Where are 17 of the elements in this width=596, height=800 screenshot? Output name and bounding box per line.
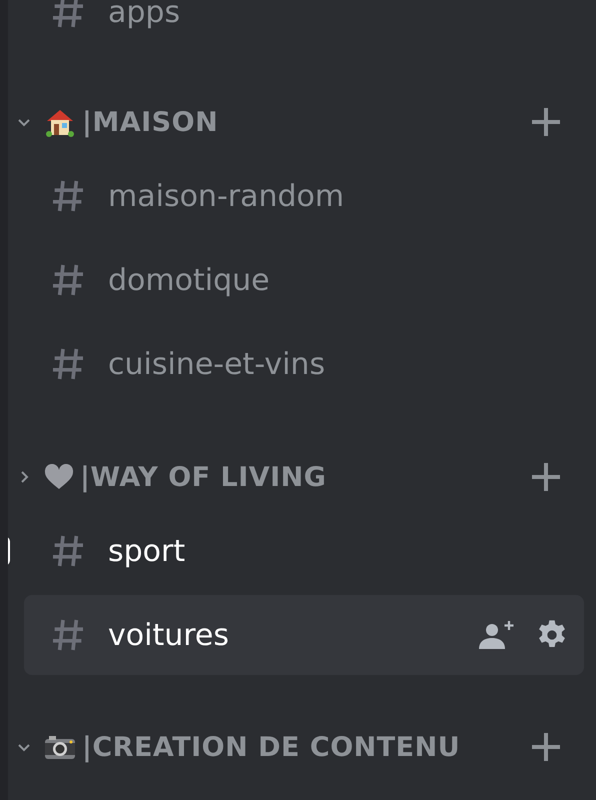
plus-icon[interactable] bbox=[530, 731, 562, 763]
channel-name[interactable]: apps bbox=[108, 0, 568, 30]
channel-name[interactable]: cuisine-et-vins bbox=[108, 346, 568, 382]
channel-name: voitures bbox=[108, 618, 230, 652]
house-icon bbox=[44, 107, 76, 137]
heart-icon bbox=[44, 464, 74, 490]
camera-icon bbox=[44, 734, 76, 760]
category-name[interactable]: |CREATION DE CONTENU bbox=[82, 732, 524, 762]
plus-icon[interactable] bbox=[530, 461, 562, 493]
channel-name[interactable]: sport bbox=[108, 534, 568, 568]
channel-row[interactable]: voitures bbox=[24, 595, 584, 675]
channel-name[interactable]: maison-random bbox=[108, 178, 568, 214]
add-person-icon[interactable] bbox=[476, 619, 516, 651]
plus-icon[interactable] bbox=[530, 106, 562, 138]
category-name[interactable]: |WAY OF LIVING bbox=[80, 462, 524, 492]
category-name[interactable]: |MAISON bbox=[82, 106, 524, 138]
channel-name[interactable]: domotique bbox=[108, 262, 568, 298]
